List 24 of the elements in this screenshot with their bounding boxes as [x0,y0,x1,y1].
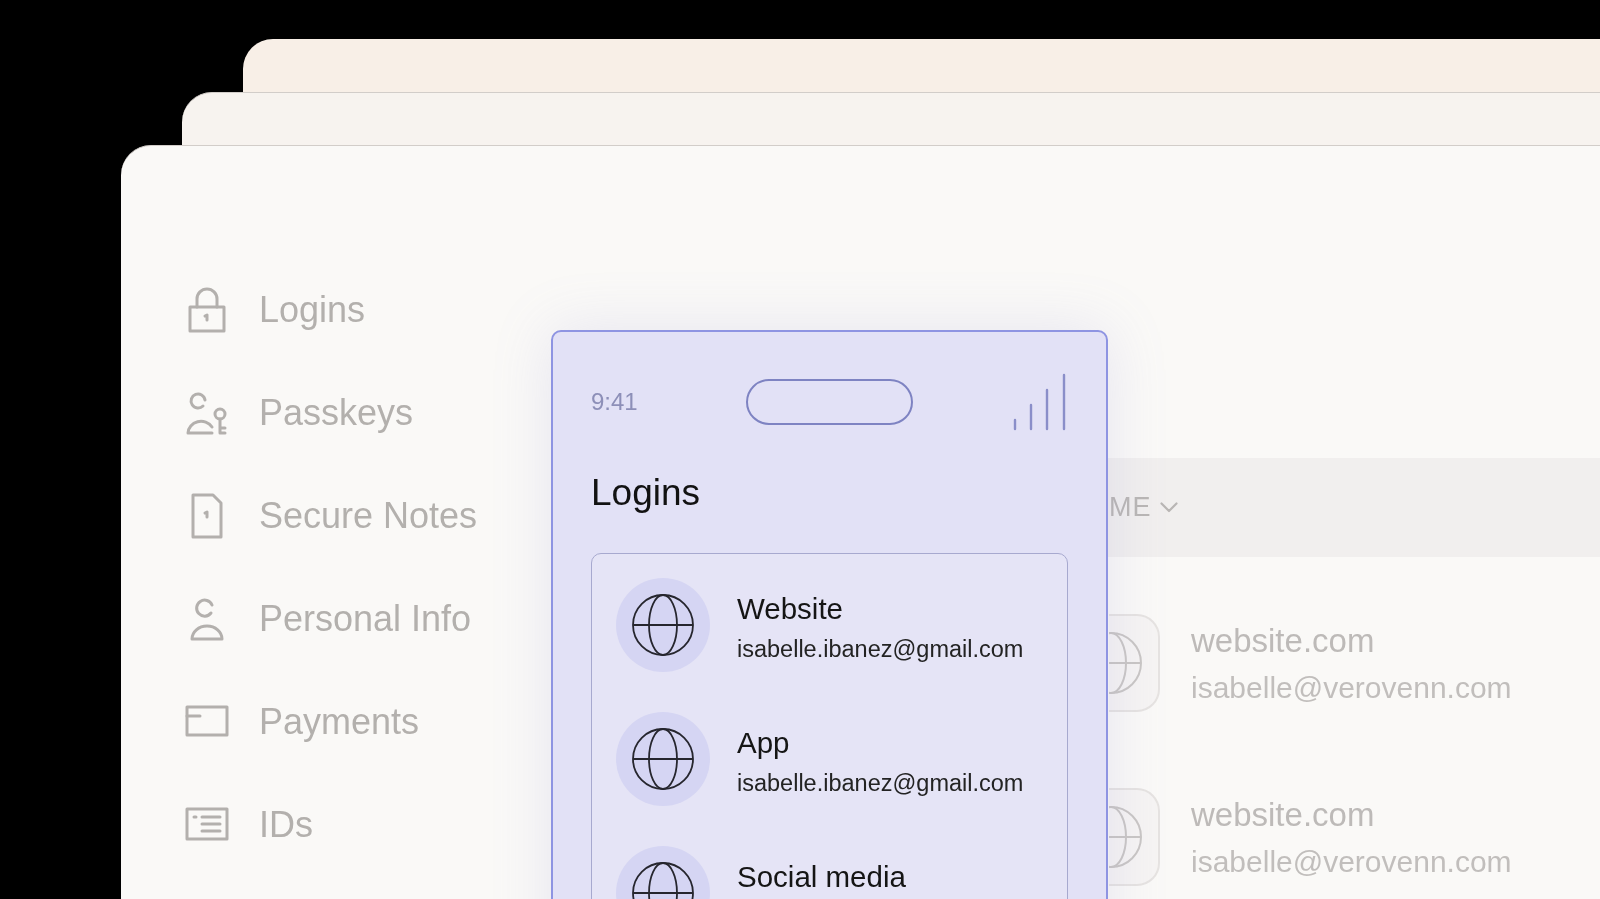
globe-icon [1109,787,1163,887]
globe-icon [616,578,710,672]
item-title[interactable]: App [737,725,790,761]
globe-icon [616,712,710,806]
column-header[interactable]: ME [1109,487,1178,528]
screen-title: Logins [591,471,701,515]
item-email: isabelle.ibanez@gmail.com [737,635,1024,664]
entry-title: website.com [1191,795,1376,835]
sidebar-item[interactable]: Secure Notes [185,464,478,567]
sidebar-item[interactable]: Personal Info [185,567,472,670]
entry-email: isabelle@verovenn.com [1191,670,1512,706]
sidebar-item[interactable]: IDs [185,773,313,876]
chevron-down-icon [1159,502,1178,513]
item-email: isabelle.ibanez@gmail.com [737,769,1024,798]
entry-email: isabelle@verovenn.com [1191,844,1512,880]
signal-icon [1012,373,1068,431]
sidebar-item[interactable]: Passkeys [185,361,414,464]
status-time: 9:41 [591,387,638,417]
entry-title: website.com [1191,621,1376,661]
item-title[interactable]: Social media [737,859,906,895]
sidebar-item[interactable]: Logins [185,258,366,361]
item-title[interactable]: Website [737,591,844,627]
globe-icon [1109,613,1163,713]
sidebar-item[interactable]: Payments [185,670,420,773]
